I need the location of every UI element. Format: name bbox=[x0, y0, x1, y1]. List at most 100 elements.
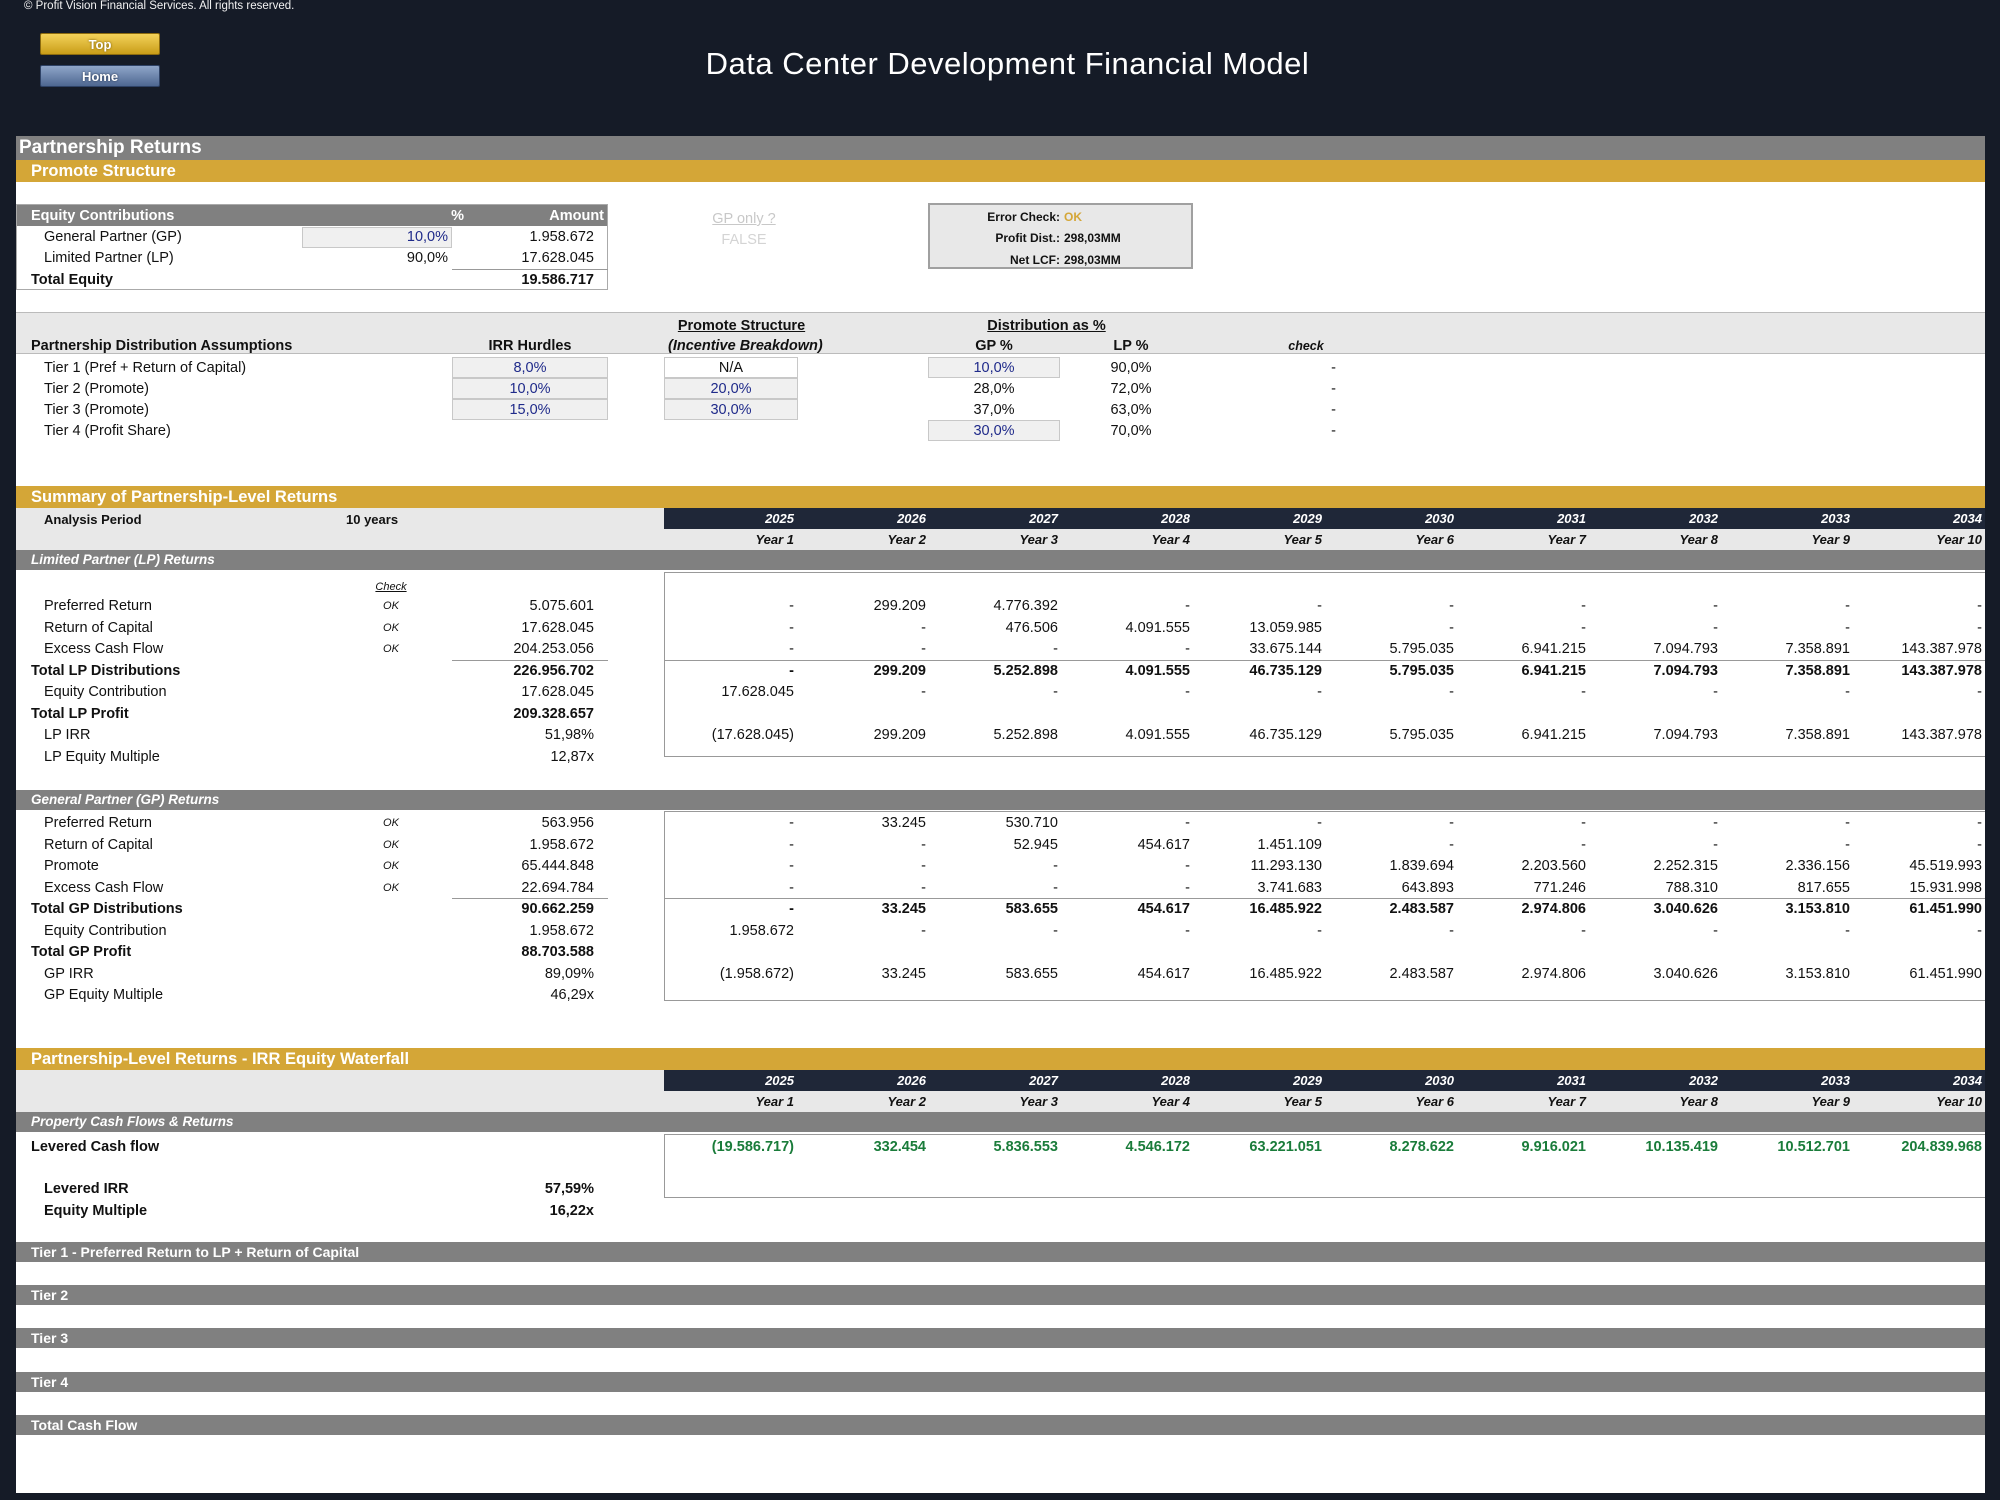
year: 2033 bbox=[1821, 511, 1850, 526]
lp-row-value: - bbox=[921, 641, 926, 657]
summary-yearlabels-row: Year 1 Year 2 Year 3 Year 4 Year 5 Year 6 Year… bbox=[664, 530, 1985, 550]
tier2-band[interactable]: Tier 2 bbox=[16, 1285, 1985, 1305]
lp-row-label: Return of Capital bbox=[44, 619, 153, 636]
section-partnership-returns: Partnership Returns bbox=[16, 136, 1985, 160]
gp-row-value: 16.485.922 bbox=[1249, 965, 1322, 982]
gp-row-value: - bbox=[1449, 836, 1454, 853]
lp-row-value: - bbox=[789, 598, 794, 614]
lp-row-value bbox=[1852, 704, 1982, 724]
gp-row-value bbox=[928, 985, 1058, 1005]
gp-row-value: - bbox=[789, 858, 794, 874]
gp-row-value: - bbox=[1977, 836, 1982, 853]
levered-cf-value: 4.546.172 bbox=[1125, 1139, 1190, 1155]
net-lcf-label: Net LCF: bbox=[1010, 253, 1060, 267]
gp-row-value: 3.153.810 bbox=[1785, 901, 1850, 917]
levered-cf-value: (19.586.717) bbox=[711, 1139, 794, 1155]
section-waterfall: Partnership-Level Returns - IRR Equity W… bbox=[16, 1048, 1985, 1070]
tier1-irr[interactable]: 8,0% bbox=[452, 358, 608, 378]
year-label: Year 6 bbox=[1415, 1094, 1454, 1109]
gp-row-value: 817.655 bbox=[1797, 879, 1850, 896]
gp-row-value bbox=[1060, 985, 1190, 1005]
gp-row-value: 2.203.560 bbox=[1521, 858, 1586, 874]
year: 2025 bbox=[765, 511, 794, 526]
net-lcf-value: 298,03MM bbox=[1064, 253, 1121, 267]
gp-row-value bbox=[1852, 942, 1982, 962]
gp-row-value: 3.741.683 bbox=[1257, 879, 1322, 896]
gp-only-value[interactable]: FALSE bbox=[669, 230, 819, 250]
levered-cf-value: 10.135.419 bbox=[1645, 1139, 1718, 1155]
lp-row-value: - bbox=[789, 619, 794, 636]
tier4-band[interactable]: Tier 4 bbox=[16, 1372, 1985, 1392]
tier2-irr[interactable]: 10,0% bbox=[452, 379, 608, 399]
lp-row-value: 7.094.793 bbox=[1653, 641, 1718, 657]
gp-row-value: 771.246 bbox=[1533, 879, 1586, 896]
gp-row-value: 11.293.130 bbox=[1250, 858, 1323, 874]
lp-row-total: 17.628.045 bbox=[521, 619, 594, 636]
levered-cf-value: 5.836.553 bbox=[993, 1139, 1058, 1155]
gp-row-value: - bbox=[789, 879, 794, 896]
distribution-pct-heading: Distribution as % bbox=[987, 318, 1106, 334]
tier4-gp[interactable]: 30,0% bbox=[928, 421, 1060, 441]
levered-cf-value: 8.278.622 bbox=[1389, 1139, 1454, 1155]
top-button[interactable]: Top bbox=[40, 33, 160, 55]
gp-row-value: - bbox=[1449, 815, 1454, 831]
gp-row-total: 563.956 bbox=[541, 815, 594, 831]
tier3-label: Tier 3 (Promote) bbox=[44, 402, 150, 418]
lp-row-value bbox=[1192, 704, 1322, 724]
gp-row-value: 1.958.672 bbox=[729, 922, 794, 939]
gp-row-value: 2.483.587 bbox=[1389, 965, 1454, 982]
gp-row-value bbox=[664, 985, 794, 1005]
tier3-promote[interactable]: 30,0% bbox=[664, 400, 798, 420]
gp-row-value: 61.451.990 bbox=[1909, 965, 1982, 982]
tier1-gp[interactable]: 10,0% bbox=[928, 358, 1060, 378]
year: 2026 bbox=[897, 511, 926, 526]
gp-row-label: Preferred Return bbox=[44, 815, 152, 831]
gp-row-value: 530.710 bbox=[1005, 815, 1058, 831]
tier2-promote[interactable]: 20,0% bbox=[664, 379, 798, 399]
equity-multiple-label: Equity Multiple bbox=[44, 1203, 148, 1219]
lp-row-label: LP IRR bbox=[44, 727, 91, 743]
gp-row-value bbox=[1456, 942, 1586, 962]
gp-row-value: 2.483.587 bbox=[1389, 901, 1454, 917]
lp-row-total: 204.253.056 bbox=[513, 641, 594, 657]
total-cash-flow-band[interactable]: Total Cash Flow bbox=[16, 1415, 1985, 1435]
tier3-irr[interactable]: 15,0% bbox=[452, 400, 608, 420]
total-equity-amount: 19.586.717 bbox=[521, 272, 594, 288]
year-label: Year 6 bbox=[1415, 532, 1454, 547]
gp-row-value bbox=[1588, 985, 1718, 1005]
lp-row-total: 12,87x bbox=[550, 748, 594, 765]
home-button[interactable]: Home bbox=[40, 65, 160, 87]
gp-row-label: GP Equity Multiple bbox=[44, 987, 164, 1003]
lp-row-value: 4.091.555 bbox=[1125, 619, 1190, 636]
lp-row-value: 7.094.793 bbox=[1653, 727, 1718, 743]
gp-row-value: - bbox=[1185, 815, 1190, 831]
tier2-lp: 72,0% bbox=[1110, 381, 1152, 397]
year: 2029 bbox=[1293, 1073, 1322, 1088]
incentive-breakdown-header: (Incentive Breakdown) bbox=[668, 338, 823, 354]
gp-row-value: - bbox=[1845, 836, 1850, 853]
gp-equity-pct[interactable]: 10,0% bbox=[316, 227, 448, 247]
lp-row-value: - bbox=[1845, 684, 1850, 700]
gp-row-value: 15.931.998 bbox=[1909, 879, 1982, 896]
lp-equity-label: Limited Partner (LP) bbox=[44, 250, 174, 266]
gp-row-value: 788.310 bbox=[1665, 879, 1718, 896]
tier4-label: Tier 4 (Profit Share) bbox=[44, 423, 171, 439]
lp-row-value: - bbox=[1713, 619, 1718, 636]
gp-equity-label: General Partner (GP) bbox=[44, 229, 182, 245]
lp-row-value: 6.941.215 bbox=[1521, 641, 1586, 657]
lp-row-value: 33.675.144 bbox=[1249, 641, 1322, 657]
lp-row-value: - bbox=[921, 619, 926, 636]
gp-row-value: 454.617 bbox=[1137, 901, 1190, 917]
lp-row-value: 46.735.129 bbox=[1249, 662, 1322, 679]
year: 2025 bbox=[765, 1073, 794, 1088]
gp-row-value: 61.451.990 bbox=[1909, 901, 1982, 917]
tier3-band[interactable]: Tier 3 bbox=[16, 1328, 1985, 1348]
tier1-band[interactable]: Tier 1 - Preferred Return to LP + Return… bbox=[16, 1242, 1985, 1262]
gp-row-value: - bbox=[921, 858, 926, 874]
year-label: Year 5 bbox=[1283, 532, 1322, 547]
tier1-promote[interactable]: N/A bbox=[664, 358, 798, 378]
lp-row-value: 7.358.891 bbox=[1785, 727, 1850, 743]
lp-row-value bbox=[1720, 704, 1850, 724]
gp-row-check: OK bbox=[383, 860, 399, 872]
tier3-lp: 63,0% bbox=[1110, 402, 1152, 418]
